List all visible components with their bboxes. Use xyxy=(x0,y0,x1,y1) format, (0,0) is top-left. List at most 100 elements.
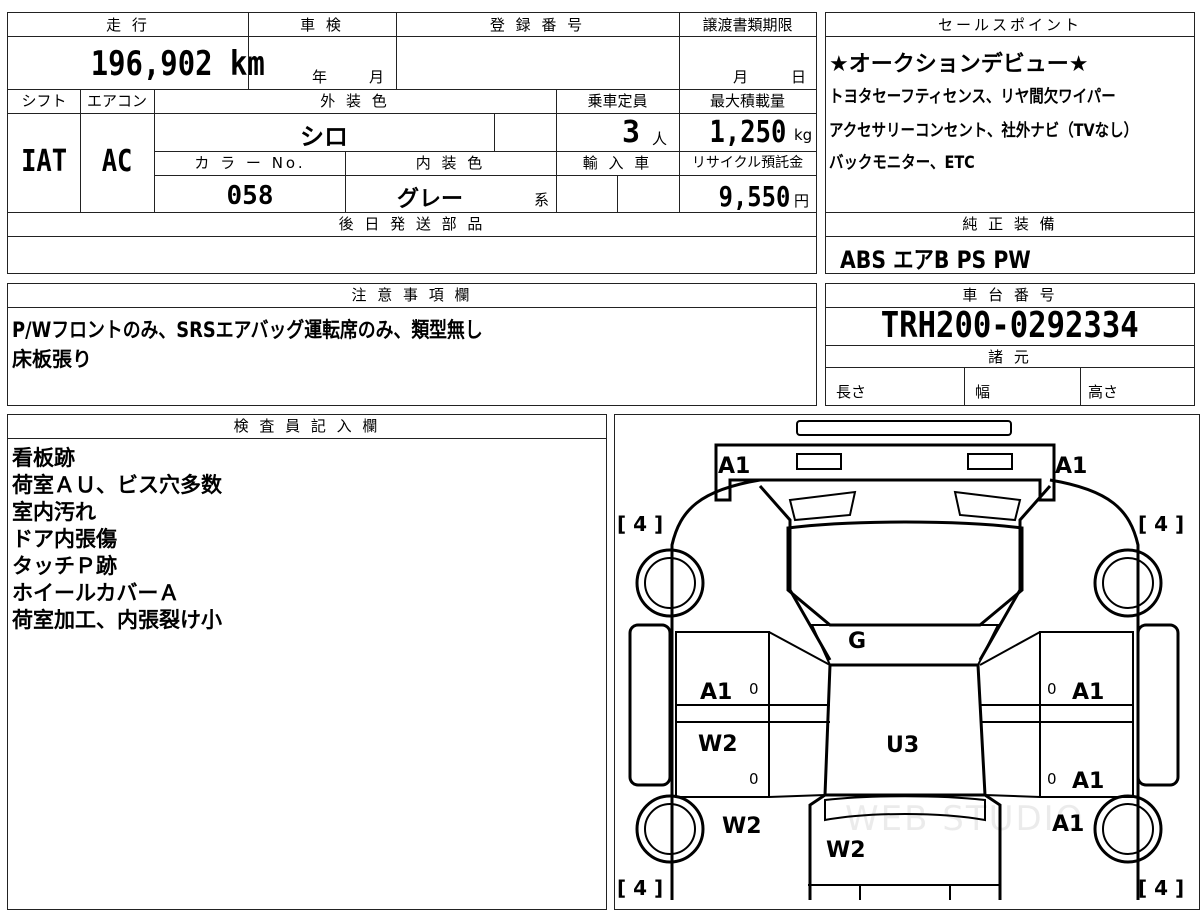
interior-color-suffix: 系 xyxy=(534,191,550,209)
aircon-value: AC xyxy=(80,144,154,179)
mark-tire-rr: [ 4 ] xyxy=(1138,876,1184,900)
sales-points-label: セールスポイント xyxy=(826,15,1194,35)
mark-front-right: A1 xyxy=(1055,454,1087,479)
mark-door-rl: W2 xyxy=(698,732,738,757)
shaken-year-unit: 年 xyxy=(312,68,328,86)
inspector-line: 荷室加工、内張裂け小 xyxy=(12,608,222,632)
capacity-unit: 人 xyxy=(652,130,668,148)
mark-zero: 0 xyxy=(749,680,759,698)
spec-length-label: 長さ xyxy=(836,383,867,401)
roof xyxy=(823,663,987,797)
inspector-line: タッチＰ跡 xyxy=(12,554,117,578)
inspector-line: ドア内張傷 xyxy=(12,527,117,551)
mark-door-fl: A1 xyxy=(700,680,732,705)
notes-line: P/Wフロントのみ、SRSエアバッグ運転席のみ、類型無し xyxy=(12,314,566,344)
recycle-unit: 円 xyxy=(794,192,810,210)
notes-line: 床板張り xyxy=(12,347,92,371)
interior-color-label: 内 装 色 xyxy=(345,153,556,173)
sales-point-text: アクセサリーコンセント、社外ナビ（TVなし） xyxy=(829,121,1139,141)
mark-tire-fr: [ 4 ] xyxy=(1138,512,1184,536)
color-no-label: カ ラ ー No. xyxy=(155,153,345,173)
sales-point-text: バックモニター、ETC xyxy=(829,153,975,173)
mark-zero: 0 xyxy=(749,770,759,788)
notes-label: 注 意 事 項 欄 xyxy=(8,285,816,305)
rear-bumper xyxy=(808,884,1000,900)
registration-number-label: 登 録 番 号 xyxy=(396,15,679,35)
left-door-sill xyxy=(676,704,830,723)
genuine-equipment-value: ABS エアB PS PW xyxy=(840,240,1064,275)
import-label: 輸 入 車 xyxy=(556,153,679,173)
front-bumper xyxy=(796,420,1012,436)
inspector-line: 室内汚れ xyxy=(12,500,96,524)
mark-tire-rl: [ 4 ] xyxy=(617,876,663,900)
watermark: WEB STUDIO xyxy=(845,799,1084,839)
mark-windshield: G xyxy=(848,629,866,654)
exterior-color-value: シロ xyxy=(300,123,348,151)
wheel-front-left xyxy=(635,548,705,618)
recycle-value: 9,550 xyxy=(680,180,790,213)
later-parts-label: 後 日 発 送 部 品 xyxy=(8,214,816,234)
inspector-line: 看板跡 xyxy=(12,446,75,470)
mark-door-rr: A1 xyxy=(1072,769,1104,794)
shift-value: IAT xyxy=(8,144,80,179)
shaken-label: 車 検 xyxy=(248,15,396,35)
mileage-label: 走 行 xyxy=(8,15,248,35)
roof-front-edge xyxy=(810,624,1000,666)
genuine-equipment-label: 純 正 装 備 xyxy=(826,214,1194,234)
deadline-day-unit: 日 xyxy=(791,68,807,86)
mark-rear: W2 xyxy=(826,838,866,863)
headlight-right xyxy=(967,453,1013,470)
specs-label: 諸 元 xyxy=(826,347,1194,367)
wheel-rear-left xyxy=(635,794,705,864)
notes-text: P/Wフロントのみ、SRSエアバッグ運転席のみ、類型無し xyxy=(12,318,483,342)
transfer-deadline-label: 譲渡書類期限 xyxy=(679,15,816,35)
capacity-label: 乗車定員 xyxy=(556,91,679,111)
sales-point-line: バックモニター、ETC xyxy=(829,148,1001,173)
sales-point-line: ★オークションデビュー★ xyxy=(829,52,1089,77)
mark-quarter-left: W2 xyxy=(722,814,762,839)
shift-text: IAT xyxy=(20,144,68,179)
mark-roof: U3 xyxy=(886,733,919,758)
genuine-equipment-text: ABS エアB PS PW xyxy=(840,246,1031,274)
body-inner-line xyxy=(758,485,1052,661)
sales-point-text: トヨタセーフティセンス、リヤ間欠ワイパー xyxy=(829,87,1116,107)
right-door-sill xyxy=(980,704,1133,723)
shift-label: シフト xyxy=(8,91,80,111)
mark-zero: 0 xyxy=(1047,680,1057,698)
exterior-color-label: 外 装 色 xyxy=(154,91,556,111)
inspector-line: 荷室ＡＵ、ビス穴多数 xyxy=(12,473,222,497)
mileage-number: 196,902 xyxy=(90,44,213,84)
car-diagram: A1 A1 [ 4 ] [ 4 ] [ 4 ] [ 4 ] G A1 A1 W2… xyxy=(617,420,1184,900)
max-load-label: 最大積載量 xyxy=(679,91,816,111)
max-load-number: 1,250 xyxy=(709,115,786,150)
inspector-line: ホイールカバーＡ xyxy=(12,581,180,605)
max-load-unit: kg xyxy=(794,126,813,144)
shaken-month-unit: 月 xyxy=(369,68,385,86)
spec-width-label: 幅 xyxy=(975,383,991,401)
sales-point-line: トヨタセーフティセンス、リヤ間欠ワイパー xyxy=(829,82,1166,107)
deadline-month-unit: 月 xyxy=(733,68,749,86)
mark-front-left: A1 xyxy=(718,454,750,479)
mark-door-fr: A1 xyxy=(1072,680,1104,705)
capacity-value: 3 xyxy=(621,115,640,150)
aircon-text: AC xyxy=(101,144,133,179)
max-load-value: 1,250 xyxy=(680,115,786,150)
recycle-number: 9,550 xyxy=(718,180,790,213)
mileage-value: 196,902 km xyxy=(60,44,265,84)
wheel-rear-right xyxy=(1093,794,1163,864)
right-side-skirt xyxy=(1136,623,1180,787)
chassis-number: TRH200-0292334 xyxy=(826,305,1194,346)
color-no-value: 058 xyxy=(226,181,274,211)
cowl-left xyxy=(788,490,857,522)
wheel-front-right xyxy=(1093,548,1163,618)
windshield xyxy=(786,520,1024,627)
recycle-label: リサイクル預託金 xyxy=(679,153,816,173)
spec-height-label: 高さ xyxy=(1088,383,1119,401)
interior-color-value: グレー xyxy=(396,187,463,212)
cowl-right xyxy=(953,490,1022,522)
chassis-number-text: TRH200-0292334 xyxy=(881,305,1139,346)
sales-point-line: アクセサリーコンセント、社外ナビ（TVなし） xyxy=(829,116,1193,141)
inspector-label: 検 査 員 記 入 欄 xyxy=(8,416,606,436)
mark-zero: 0 xyxy=(1047,770,1057,788)
chassis-label: 車 台 番 号 xyxy=(826,285,1194,305)
